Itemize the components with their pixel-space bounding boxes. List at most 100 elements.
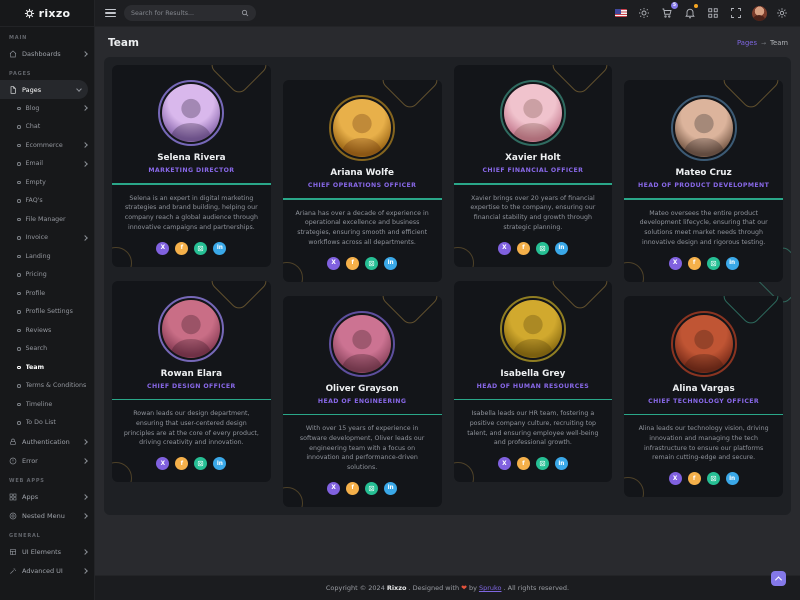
team-card-xavier-holt[interactable]: Xavier Holt CHIEF FINANCIAL OFFICER Xavi… (454, 65, 613, 267)
search-box (124, 5, 256, 21)
member-bio: Alina leads our technology vision, drivi… (634, 424, 773, 463)
breadcrumb-pages-link[interactable]: Pages (737, 39, 757, 47)
bullet-icon (17, 347, 21, 351)
team-card-oliver-grayson[interactable]: Oliver Grayson HEAD OF ENGINEERING With … (283, 296, 442, 507)
instagram-social-button[interactable] (536, 242, 549, 255)
linkedin-social-button[interactable]: in (726, 257, 739, 270)
facebook-social-button[interactable]: f (517, 457, 530, 470)
sidebar-item-pages[interactable]: Pages (0, 80, 88, 99)
scroll-to-top-button[interactable] (771, 571, 786, 586)
instagram-social-button[interactable] (365, 482, 378, 495)
team-card-isabella-grey[interactable]: Isabella Grey HEAD OF HUMAN RESOURCES Is… (454, 281, 613, 483)
sidebar-item-nested-menu[interactable]: Nested Menu (0, 506, 94, 525)
instagram-social-button[interactable] (365, 257, 378, 270)
sidebar-subitem-pricing[interactable]: Pricing (0, 266, 94, 285)
author-link[interactable]: Spruko (479, 584, 502, 592)
user-menu-button[interactable] (751, 5, 767, 21)
facebook-social-button[interactable]: f (688, 257, 701, 270)
team-card-ariana-wolfe[interactable]: Ariana Wolfe CHIEF OPERATIONS OFFICER Ar… (283, 80, 442, 282)
bullet-icon (17, 403, 21, 407)
x-social-button[interactable]: X (327, 482, 340, 495)
wand-icon (9, 567, 17, 575)
sidebar-item-error[interactable]: Error (0, 451, 94, 470)
fullscreen-button[interactable] (728, 5, 744, 21)
person-silhouette-icon (162, 88, 220, 142)
team-card-mateo-cruz[interactable]: Mateo Cruz HEAD OF PRODUCT DEVELOPMENT M… (624, 80, 783, 282)
sidebar-subitem-timeline[interactable]: Timeline (0, 395, 94, 414)
linkedin-social-button[interactable]: in (384, 482, 397, 495)
facebook-social-button[interactable]: f (346, 257, 359, 270)
facebook-social-button[interactable]: f (346, 482, 359, 495)
sidebar-subitem-todo[interactable]: To Do List (0, 414, 94, 433)
social-links: X f in (122, 457, 261, 470)
instagram-social-button[interactable] (536, 457, 549, 470)
bullet-icon (17, 421, 21, 425)
cart-button[interactable]: 5 (659, 5, 675, 21)
sidebar-toggle-button[interactable] (105, 9, 116, 18)
sidebar-subitem-chat[interactable]: Chat (0, 118, 94, 137)
x-social-button[interactable]: X (498, 457, 511, 470)
sidebar-subitem-team[interactable]: Team (0, 358, 94, 377)
sidebar-subitem-terms[interactable]: Terms & Conditions (0, 377, 94, 396)
x-social-button[interactable]: X (669, 472, 682, 485)
member-avatar (504, 84, 562, 142)
instagram-social-button[interactable] (194, 457, 207, 470)
bullet-icon (17, 236, 21, 240)
team-card-selena-rivera[interactable]: Selena Rivera MARKETING DIRECTOR Selena … (112, 65, 271, 267)
linkedin-social-button[interactable]: in (384, 257, 397, 270)
bullet-icon (17, 162, 21, 166)
person-silhouette-icon (333, 103, 391, 157)
member-role: MARKETING DIRECTOR (122, 167, 261, 174)
x-social-button[interactable]: X (156, 457, 169, 470)
sidebar-subitem-ecommerce[interactable]: Ecommerce (0, 136, 94, 155)
x-social-button[interactable]: X (498, 242, 511, 255)
facebook-social-button[interactable]: f (688, 472, 701, 485)
x-social-button[interactable]: X (669, 257, 682, 270)
linkedin-social-button[interactable]: in (555, 457, 568, 470)
sidebar-item-authentication[interactable]: Authentication (0, 432, 94, 451)
sidebar-subitem-profile-settings[interactable]: Profile Settings (0, 303, 94, 322)
sidebar-subitem-invoice[interactable]: Invoice (0, 229, 94, 248)
sidebar-subitem-empty[interactable]: Empty (0, 173, 94, 192)
instagram-social-button[interactable] (707, 257, 720, 270)
search-input[interactable] (131, 10, 236, 17)
divider (112, 399, 271, 401)
team-card-alina-vargas[interactable]: Alina Vargas CHIEF TECHNOLOGY OFFICER Al… (624, 296, 783, 498)
facebook-social-button[interactable]: f (175, 457, 188, 470)
sidebar-item-dashboards[interactable]: Dashboards (0, 44, 94, 63)
linkedin-social-button[interactable]: in (555, 242, 568, 255)
breadcrumb-current: Team (770, 39, 788, 47)
notifications-button[interactable] (682, 5, 698, 21)
sidebar-subitem-search[interactable]: Search (0, 340, 94, 359)
sidebar-subitem-blog[interactable]: Blog (0, 99, 94, 118)
sidebar-subitem-email[interactable]: Email (0, 155, 94, 174)
sidebar-subitem-profile[interactable]: Profile (0, 284, 94, 303)
member-avatar (504, 300, 562, 358)
sidebar-subitem-landing[interactable]: Landing (0, 247, 94, 266)
sidebar-item-ui-elements[interactable]: UI Elements (0, 542, 94, 561)
team-card-rowan-elara[interactable]: Rowan Elara CHIEF DESIGN OFFICER Rowan l… (112, 281, 271, 483)
instagram-social-button[interactable] (707, 472, 720, 485)
x-social-button[interactable]: X (327, 257, 340, 270)
linkedin-social-button[interactable]: in (213, 242, 226, 255)
facebook-social-button[interactable]: f (175, 242, 188, 255)
brand-logo[interactable]: rixzo (0, 0, 94, 27)
sidebar-subitem-reviews[interactable]: Reviews (0, 321, 94, 340)
footer-brand: Rixzo (387, 584, 407, 592)
facebook-social-button[interactable]: f (517, 242, 530, 255)
x-social-button[interactable]: X (156, 242, 169, 255)
language-flag-button[interactable] (613, 5, 629, 21)
sidebar-item-apps[interactable]: Apps (0, 487, 94, 506)
linkedin-social-button[interactable]: in (726, 472, 739, 485)
sidebar-item-advanced-ui[interactable]: Advanced UI (0, 561, 94, 580)
bullet-icon (17, 144, 21, 148)
sidebar-subitem-file-manager[interactable]: File Manager (0, 210, 94, 229)
apps-launcher-button[interactable] (705, 5, 721, 21)
theme-toggle-button[interactable] (636, 5, 652, 21)
sidebar-subitem-faqs[interactable]: FAQ's (0, 192, 94, 211)
instagram-social-button[interactable] (194, 242, 207, 255)
us-flag-icon (615, 9, 627, 17)
linkedin-social-button[interactable]: in (213, 457, 226, 470)
settings-button[interactable] (774, 5, 790, 21)
lock-icon (9, 438, 17, 446)
